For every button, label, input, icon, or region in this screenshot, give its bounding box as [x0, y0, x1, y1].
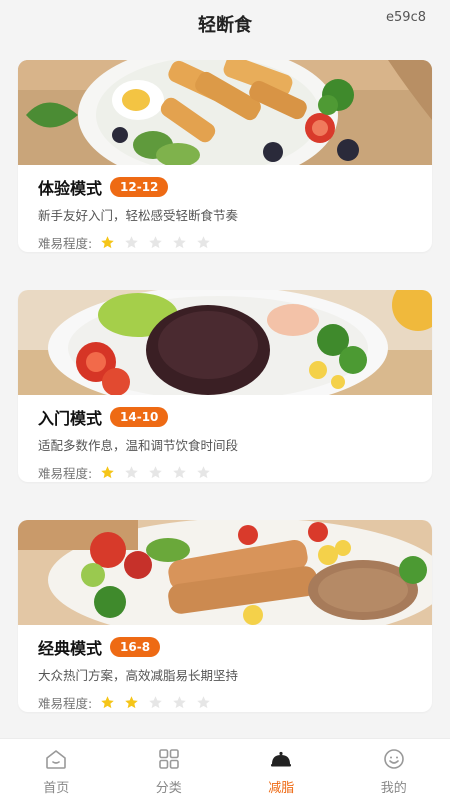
- star-filled-icon: [125, 696, 138, 709]
- mode-ratio-badge: 12-12: [110, 177, 169, 197]
- dish-cover-icon: [271, 751, 292, 767]
- header-code: e59c8: [386, 10, 426, 25]
- star-filled-icon: [101, 236, 114, 249]
- mode-card-classic[interactable]: 经典模式 16-8 大众热门方案，高效减脂易长期坚持 难易程度:: [18, 520, 432, 712]
- mode-card-experience[interactable]: 体验模式 12-12 新手友好入门，轻松感受轻断食节奏 难易程度:: [18, 60, 432, 252]
- difficulty-stars: [100, 235, 211, 250]
- rice-bowl-photo: [18, 290, 432, 395]
- mode-ratio-badge: 16-8: [110, 637, 161, 657]
- tab-label: 首页: [43, 781, 70, 796]
- tab-label: 减脂: [268, 781, 295, 796]
- mode-name: 经典模式: [38, 639, 103, 658]
- star-empty-icon: [149, 466, 162, 479]
- page-title: 轻断食: [198, 15, 252, 36]
- profile-icon: [383, 749, 404, 769]
- tab-profile[interactable]: 我的: [338, 739, 450, 800]
- difficulty-label: 难易程度:: [38, 236, 93, 251]
- difficulty-label: 难易程度:: [38, 696, 93, 711]
- star-empty-icon: [125, 466, 138, 479]
- tab-home[interactable]: 首页: [0, 739, 113, 800]
- star-empty-icon: [197, 696, 210, 709]
- star-empty-icon: [173, 466, 186, 479]
- tab-label: 我的: [380, 781, 407, 796]
- mode-name: 入门模式: [38, 409, 103, 428]
- chicken-noodle-photo: [18, 520, 432, 625]
- tab-label: 分类: [155, 781, 182, 796]
- star-empty-icon: [149, 696, 162, 709]
- star-empty-icon: [173, 696, 186, 709]
- difficulty-label: 难易程度:: [38, 466, 93, 481]
- tab-fat-loss[interactable]: 减脂: [225, 739, 338, 800]
- bottom-tab-bar: 首页 分类 减脂 我的: [0, 738, 450, 800]
- star-empty-icon: [125, 236, 138, 249]
- mode-description: 新手友好入门，轻松感受轻断食节奏: [38, 208, 239, 223]
- header: 轻断食 e59c8: [0, 0, 450, 46]
- difficulty-stars: [100, 465, 211, 480]
- star-filled-icon: [101, 466, 114, 479]
- mode-ratio-badge: 14-10: [110, 407, 169, 427]
- star-empty-icon: [197, 466, 210, 479]
- mode-name: 体验模式: [38, 179, 103, 198]
- star-filled-icon: [101, 696, 114, 709]
- star-empty-icon: [173, 236, 186, 249]
- star-empty-icon: [149, 236, 162, 249]
- salad-photo: [18, 60, 432, 165]
- mode-card-beginner[interactable]: 入门模式 14-10 适配多数作息，温和调节饮食时间段 难易程度:: [18, 290, 432, 482]
- home-icon: [46, 750, 67, 769]
- mode-description: 大众热门方案，高效减脂易长期坚持: [38, 668, 239, 683]
- star-empty-icon: [197, 236, 210, 249]
- mode-description: 适配多数作息，温和调节饮食时间段: [38, 438, 239, 453]
- tab-category[interactable]: 分类: [113, 739, 226, 800]
- difficulty-stars: [100, 695, 211, 710]
- category-icon: [158, 749, 179, 769]
